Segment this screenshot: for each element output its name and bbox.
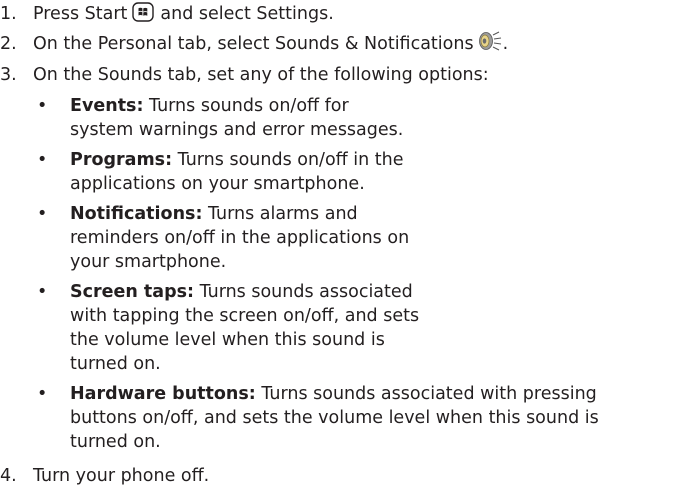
step-text: Press Start	[33, 4, 128, 24]
option-description: Turns sounds associated	[194, 282, 413, 302]
option-description-line: your smartphone.	[70, 252, 227, 272]
instruction-document: 1. Press Start and select Settings. 2. On …	[0, 0, 678, 501]
bullet-glyph: •	[37, 150, 48, 170]
bullet-glyph: •	[37, 384, 48, 404]
option-description-line: with tapping the screen on/off, and sets	[70, 306, 420, 326]
step-2: 2. On the Personal tab, select Sounds & N…	[0, 29, 509, 56]
option-description-line: the volume level when this sound is	[70, 330, 385, 350]
option-description-line: reminders on/off in the applications on	[70, 228, 410, 248]
option-description-line: applications on your smartphone.	[70, 174, 365, 194]
option-term: Notifications:	[70, 204, 203, 224]
speaker-sounds-icon	[477, 29, 503, 53]
option-description-line: system warnings and error messages.	[70, 120, 404, 140]
option-description: Turns sounds associated with pressing	[255, 384, 597, 404]
step-text: Turn your phone off.	[33, 466, 210, 486]
step-number: 2.	[0, 34, 17, 54]
step-4: 4. Turn your phone off.	[0, 464, 209, 488]
step-3: 3. On the Sounds tab, set any of the foll…	[0, 63, 489, 87]
step-text: On the Personal tab, select Sounds & Not…	[33, 34, 474, 54]
windows-start-icon	[132, 2, 155, 22]
step-number: 3.	[0, 65, 17, 85]
step-text: On the Sounds tab, set any of the follow…	[33, 65, 489, 85]
step-text-continued: .	[502, 34, 509, 54]
bullet-glyph: •	[37, 282, 48, 302]
step-text-continued: and select Settings.	[160, 4, 334, 24]
option-description: Turns sounds on/off in the	[172, 150, 404, 170]
option-term: Screen taps:	[70, 282, 195, 302]
option-term: Programs:	[70, 150, 173, 170]
option-term: Hardware buttons:	[70, 384, 256, 404]
bullet-glyph: •	[37, 204, 48, 224]
option-description: Turns alarms and	[202, 204, 358, 224]
option-description-line: turned on.	[70, 354, 161, 374]
option-description: Turns sounds on/off for	[143, 96, 349, 116]
option-description-line: buttons on/off, and sets the volume leve…	[70, 408, 599, 428]
option-term: Events:	[70, 96, 144, 116]
step-number: 4.	[0, 466, 17, 486]
option-description-line: turned on.	[70, 432, 161, 452]
step-1: 1. Press Start and select Settings.	[0, 2, 334, 26]
bullet-glyph: •	[37, 96, 48, 116]
step-number: 1.	[0, 4, 17, 24]
